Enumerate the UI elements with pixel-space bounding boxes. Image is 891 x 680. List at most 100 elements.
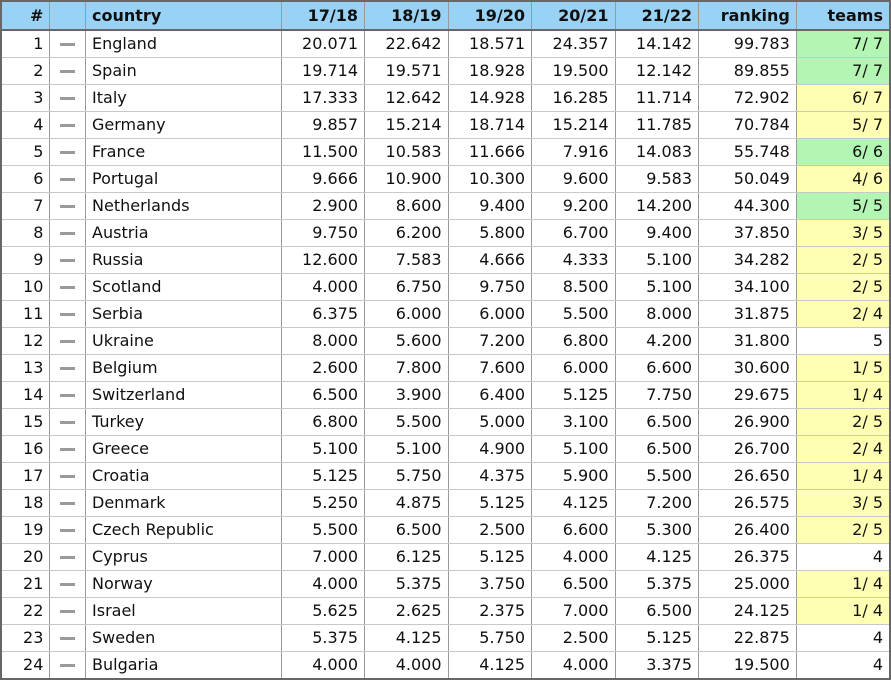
cell-season-19-20: 9.750: [447, 273, 533, 301]
column-header-season-17-18[interactable]: 17/18: [280, 0, 366, 31]
cell-country[interactable]: Turkey: [85, 408, 282, 436]
horizontal-dash-icon: [60, 637, 76, 640]
column-header-season-21-22[interactable]: 21/22: [614, 0, 700, 31]
cell-season-18-19: 5.750: [364, 462, 449, 490]
cell-season-21-22: 14.142: [614, 29, 700, 58]
cell-season-19-20: 5.125: [447, 543, 533, 571]
table-row[interactable]: 18 Denmark 5.250 4.875 5.125 4.125 7.200 26.575…: [0, 489, 891, 517]
cell-season-17-18: 5.250: [280, 489, 366, 517]
table-row[interactable]: 22 Israel 5.625 2.625 2.375 7.000 6.500 24.125 1…: [0, 597, 891, 625]
cell-season-17-18: 4.000: [280, 570, 366, 598]
cell-ranking: 26.400: [698, 516, 797, 544]
table-row[interactable]: 7 Netherlands 2.900 8.600 9.400 9.200 14.200 44…: [0, 192, 891, 220]
cell-country[interactable]: Cyprus: [85, 543, 282, 571]
cell-country[interactable]: Denmark: [85, 489, 282, 517]
column-header-rank[interactable]: #: [0, 0, 51, 31]
column-header-season-20-21[interactable]: 20/21: [531, 0, 616, 31]
table-row[interactable]: 3 Italy 17.333 12.642 14.928 16.285 11.714 72.9…: [0, 84, 891, 112]
cell-season-18-19: 8.600: [364, 192, 449, 220]
cell-teams: 2/ 5: [795, 246, 891, 274]
cell-country[interactable]: Russia: [85, 246, 282, 274]
table-row[interactable]: 19 Czech Republic 5.500 6.500 2.500 6.600 5.30…: [0, 516, 891, 544]
horizontal-dash-icon: [60, 43, 76, 46]
cell-teams: 7/ 7: [795, 57, 891, 85]
cell-season-21-22: 5.375: [614, 570, 700, 598]
table-row[interactable]: 11 Serbia 6.375 6.000 6.000 5.500 8.000 31.875 2…: [0, 300, 891, 328]
table-row[interactable]: 2 Spain 19.714 19.571 18.928 19.500 12.142 89.8…: [0, 57, 891, 85]
cell-ranking: 55.748: [698, 138, 797, 166]
cell-season-17-18: 9.750: [280, 219, 366, 247]
table-row[interactable]: 6 Portugal 9.666 10.900 10.300 9.600 9.583 50.0…: [0, 165, 891, 193]
table-row[interactable]: 23 Sweden 5.375 4.125 5.750 2.500 5.125 22.875 4: [0, 624, 891, 652]
table-row[interactable]: 21 Norway 4.000 5.375 3.750 6.500 5.375 25.000 1…: [0, 570, 891, 598]
cell-country[interactable]: Greece: [85, 435, 282, 463]
cell-country[interactable]: England: [85, 29, 282, 58]
cell-country[interactable]: France: [85, 138, 282, 166]
cell-rank: 8: [0, 219, 51, 247]
table-row[interactable]: 13 Belgium 2.600 7.800 7.600 6.000 6.600 30.600…: [0, 354, 891, 382]
table-row[interactable]: 16 Greece 5.100 5.100 4.900 5.100 6.500 26.700 2…: [0, 435, 891, 463]
cell-rank: 6: [0, 165, 51, 193]
cell-season-18-19: 10.583: [364, 138, 449, 166]
cell-season-20-21: 19.500: [531, 57, 616, 85]
cell-country[interactable]: Czech Republic: [85, 516, 282, 544]
table-row[interactable]: 20 Cyprus 7.000 6.125 5.125 4.000 4.125 26.375 4: [0, 543, 891, 571]
cell-country[interactable]: Italy: [85, 84, 282, 112]
cell-trend: [49, 597, 87, 625]
cell-country[interactable]: Switzerland: [85, 381, 282, 409]
table-row[interactable]: 14 Switzerland 6.500 3.900 6.400 5.125 7.750 29…: [0, 381, 891, 409]
cell-season-20-21: 4.000: [531, 543, 616, 571]
cell-season-18-19: 10.900: [364, 165, 449, 193]
cell-country[interactable]: Croatia: [85, 462, 282, 490]
column-header-season-18-19[interactable]: 18/19: [364, 0, 449, 31]
cell-rank: 24: [0, 651, 51, 680]
cell-season-21-22: 14.083: [614, 138, 700, 166]
table-row[interactable]: 4 Germany 9.857 15.214 18.714 15.214 11.785 70.…: [0, 111, 891, 139]
cell-country[interactable]: Netherlands: [85, 192, 282, 220]
horizontal-dash-icon: [60, 502, 76, 505]
cell-country[interactable]: Belgium: [85, 354, 282, 382]
cell-season-18-19: 15.214: [364, 111, 449, 139]
cell-rank: 12: [0, 327, 51, 355]
cell-country[interactable]: Scotland: [85, 273, 282, 301]
cell-season-21-22: 4.200: [614, 327, 700, 355]
table-row[interactable]: 1 England 20.071 22.642 18.571 24.357 14.142 99…: [0, 29, 891, 58]
cell-country[interactable]: Bulgaria: [85, 651, 282, 680]
cell-season-20-21: 3.100: [531, 408, 616, 436]
cell-country[interactable]: Austria: [85, 219, 282, 247]
cell-country[interactable]: Germany: [85, 111, 282, 139]
cell-season-17-18: 4.000: [280, 651, 366, 680]
cell-country[interactable]: Ukraine: [85, 327, 282, 355]
cell-country[interactable]: Israel: [85, 597, 282, 625]
table-row[interactable]: 17 Croatia 5.125 5.750 4.375 5.900 5.500 26.650…: [0, 462, 891, 490]
column-header-season-19-20[interactable]: 19/20: [447, 0, 533, 31]
column-header-country[interactable]: country: [85, 0, 282, 31]
table-row[interactable]: 10 Scotland 4.000 6.750 9.750 8.500 5.100 34.10…: [0, 273, 891, 301]
table-row[interactable]: 15 Turkey 6.800 5.500 5.000 3.100 6.500 26.900 2…: [0, 408, 891, 436]
cell-season-19-20: 9.400: [447, 192, 533, 220]
cell-season-21-22: 6.500: [614, 597, 700, 625]
cell-season-20-21: 9.200: [531, 192, 616, 220]
cell-country[interactable]: Serbia: [85, 300, 282, 328]
table-row[interactable]: 24 Bulgaria 4.000 4.000 4.125 4.000 3.375 19.50…: [0, 651, 891, 680]
cell-season-18-19: 19.571: [364, 57, 449, 85]
cell-season-21-22: 9.400: [614, 219, 700, 247]
column-header-ranking[interactable]: ranking: [698, 0, 797, 31]
cell-country[interactable]: Portugal: [85, 165, 282, 193]
cell-season-19-20: 6.000: [447, 300, 533, 328]
cell-country[interactable]: Spain: [85, 57, 282, 85]
cell-season-19-20: 4.375: [447, 462, 533, 490]
column-header-teams[interactable]: teams: [795, 0, 891, 31]
cell-country[interactable]: Sweden: [85, 624, 282, 652]
cell-season-18-19: 4.875: [364, 489, 449, 517]
cell-trend: [49, 273, 87, 301]
table-row[interactable]: 8 Austria 9.750 6.200 5.800 6.700 9.400 37.850 3…: [0, 219, 891, 247]
cell-season-19-20: 5.000: [447, 408, 533, 436]
table-row[interactable]: 5 France 11.500 10.583 11.666 7.916 14.083 55.7…: [0, 138, 891, 166]
table-row[interactable]: 12 Ukraine 8.000 5.600 7.200 6.800 4.200 31.800…: [0, 327, 891, 355]
cell-season-18-19: 12.642: [364, 84, 449, 112]
horizontal-dash-icon: [60, 205, 76, 208]
cell-country[interactable]: Norway: [85, 570, 282, 598]
table-row[interactable]: 9 Russia 12.600 7.583 4.666 4.333 5.100 34.282 2…: [0, 246, 891, 274]
cell-teams: 3/ 5: [795, 219, 891, 247]
